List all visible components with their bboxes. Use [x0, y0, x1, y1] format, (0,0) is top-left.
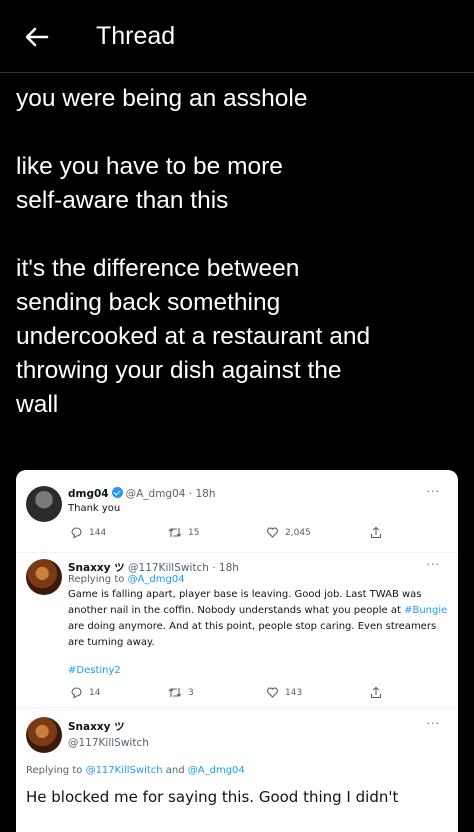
tweet-actions: 14 3 143	[70, 686, 400, 702]
tweet-header: dmg04 @A_dmg04 · 18h	[68, 487, 215, 500]
tweet-line: are doing anymore. And at this point, pe…	[68, 621, 437, 632]
page-title: Thread	[96, 22, 176, 50]
author-handle: @A_dmg04 · 18h	[125, 488, 216, 500]
tweet-line: Game is falling apart, player base is le…	[68, 589, 422, 600]
hashtag-link[interactable]: #Destiny2	[68, 663, 452, 679]
share-button[interactable]	[370, 526, 382, 539]
like-count: 143	[285, 687, 303, 698]
post-line: it's the difference between	[16, 255, 300, 282]
post-line: like you have to be more	[16, 153, 283, 180]
hashtag-link[interactable]: #Bungie	[404, 605, 447, 616]
avatar	[26, 717, 62, 753]
tweet-line: are turning away.	[68, 637, 155, 648]
attached-screenshot[interactable]: dmg04 @A_dmg04 · 18h ··· Thank you 144 15…	[16, 470, 458, 832]
tweet-line: another nail in the coffin. Nobody under…	[68, 603, 452, 619]
more-options-icon[interactable]: ···	[427, 717, 441, 730]
retweet-icon	[168, 528, 182, 537]
mention-link[interactable]: @117KillSwitch	[86, 765, 163, 776]
replying-and: and	[162, 765, 188, 776]
reply-button[interactable]: 14	[70, 686, 100, 699]
post-line: sending back something	[16, 289, 281, 316]
mention-link[interactable]: @A_dmg04	[128, 574, 185, 585]
more-options-icon[interactable]: ···	[427, 558, 441, 571]
replying-label: Replying to	[68, 574, 128, 585]
retweet-button[interactable]: 3	[168, 686, 194, 699]
verified-badge-icon	[111, 487, 123, 498]
reply-count: 14	[89, 687, 101, 698]
retweet-button[interactable]: 15	[168, 526, 199, 539]
like-count: 2,045	[285, 527, 311, 538]
tweet-actions: 144 15 2,045	[70, 526, 400, 542]
reply-count: 144	[89, 527, 107, 538]
tweet-snaxxy: Snaxxy ツ @117KillSwitch · 18h ··· Replyi…	[16, 553, 458, 703]
reply-icon	[71, 527, 82, 539]
tweet-header: Snaxxy ツ @117KillSwitch	[68, 719, 149, 749]
tweet-text: Thank you	[68, 503, 121, 514]
author-name: dmg04	[68, 488, 109, 500]
like-button[interactable]: 2,045	[266, 526, 311, 539]
share-icon	[370, 686, 382, 699]
share-button[interactable]	[370, 686, 382, 699]
tweet-text: Game is falling apart, player base is le…	[68, 587, 452, 679]
retweet-icon	[168, 688, 182, 697]
heart-icon	[266, 527, 279, 538]
share-icon	[370, 526, 382, 539]
like-button[interactable]: 143	[266, 686, 302, 699]
mention-link[interactable]: @A_dmg04	[188, 765, 245, 776]
author-name: Snaxxy ツ	[68, 721, 125, 733]
post-line: wall	[16, 391, 59, 418]
post-text: you were being an asshole like you have …	[16, 82, 466, 422]
more-options-icon[interactable]: ···	[427, 485, 441, 498]
replying-label: Replying to	[26, 765, 86, 776]
retweet-count: 3	[188, 687, 194, 698]
back-arrow-icon[interactable]	[22, 22, 52, 52]
retweet-count: 15	[188, 527, 200, 538]
reply-button[interactable]: 144	[70, 526, 106, 539]
author-handle: @117KillSwitch	[68, 737, 149, 749]
replying-to: Replying to @A_dmg04	[68, 572, 185, 588]
tweet-snaxxy-followup: Snaxxy ツ @117KillSwitch ··· Replying to …	[16, 708, 458, 832]
top-bar: Thread	[0, 0, 474, 73]
avatar	[26, 559, 62, 595]
tweet-line-text: another nail in the coffin. Nobody under…	[68, 605, 405, 616]
post-line: you were being an asshole	[16, 85, 308, 112]
post-line: throwing your dish against the	[16, 357, 342, 384]
tweet-text: He blocked me for saying this. Good thin…	[26, 788, 399, 806]
post-line: undercooked at a restaurant and	[16, 323, 371, 350]
avatar	[26, 486, 62, 522]
tweet-dmg04: dmg04 @A_dmg04 · 18h ··· Thank you 144 15…	[16, 470, 458, 552]
reply-icon	[71, 687, 82, 699]
heart-icon	[266, 687, 279, 698]
post-line: self-aware than this	[16, 187, 229, 214]
replying-to: Replying to @117KillSwitch and @A_dmg04	[26, 763, 245, 779]
